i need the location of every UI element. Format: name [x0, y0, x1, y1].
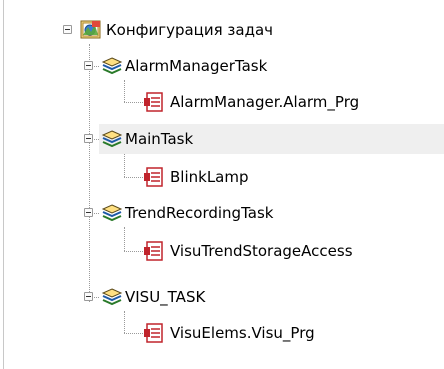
tree-node-program[interactable]: AlarmManager.Alarm_Prg: [143, 87, 438, 117]
collapse-toggle-task[interactable]: [84, 208, 93, 217]
tree-line: [124, 80, 125, 102]
tree-line: [124, 333, 143, 334]
task-stack-icon: [101, 130, 123, 148]
tree-node-program[interactable]: BlinkLamp: [143, 162, 343, 192]
tree-line: [124, 311, 125, 333]
task-configuration-tree: Конфигурация задач AlarmManagerTask Alar…: [0, 0, 444, 369]
tree-node-label: TrendRecordingTask: [125, 204, 274, 222]
task-stack-icon: [101, 204, 123, 222]
task-stack-icon: [101, 288, 123, 306]
tree-node-program[interactable]: VisuTrendStorageAccess: [143, 236, 438, 266]
tree-node-root[interactable]: Конфигурация задач: [78, 15, 278, 45]
program-pou-icon: [144, 92, 163, 112]
tree-node-task[interactable]: TrendRecordingTask: [99, 198, 399, 228]
collapse-toggle-task[interactable]: [84, 134, 93, 143]
program-pou-icon: [144, 167, 163, 187]
task-configuration-icon: [80, 20, 101, 39]
tree-node-label: AlarmManagerTask: [125, 57, 268, 75]
tree-node-label: BlinkLamp: [170, 168, 249, 186]
tree-line: [124, 251, 143, 252]
tree-node-label: AlarmManager.Alarm_Prg: [170, 93, 360, 111]
tree-node-label: MainTask: [125, 130, 194, 148]
tree-line: [124, 102, 143, 103]
tree-node-label: VisuTrendStorageAccess: [170, 242, 353, 260]
tree-line-tasks: [89, 44, 90, 302]
task-stack-icon: [101, 57, 123, 75]
tree-node-label: VisuElems.Visu_Prg: [170, 324, 315, 342]
tree-line: [124, 177, 143, 178]
tree-line: [124, 153, 125, 177]
collapse-toggle-task[interactable]: [84, 292, 93, 301]
collapse-toggle-root[interactable]: [63, 25, 72, 34]
tree-node-label: VISU_TASK: [125, 288, 206, 306]
tree-line: [124, 227, 125, 251]
program-pou-icon: [144, 241, 163, 261]
tree-node-task-selected[interactable]: MainTask: [99, 124, 444, 154]
tree-node-program[interactable]: VisuElems.Visu_Prg: [143, 318, 438, 348]
program-pou-icon: [144, 323, 163, 343]
tree-node-task[interactable]: VISU_TASK: [99, 282, 399, 312]
collapse-toggle-task[interactable]: [84, 61, 93, 70]
tree-node-task[interactable]: AlarmManagerTask: [99, 51, 399, 81]
tree-node-label: Конфигурация задач: [106, 21, 274, 39]
